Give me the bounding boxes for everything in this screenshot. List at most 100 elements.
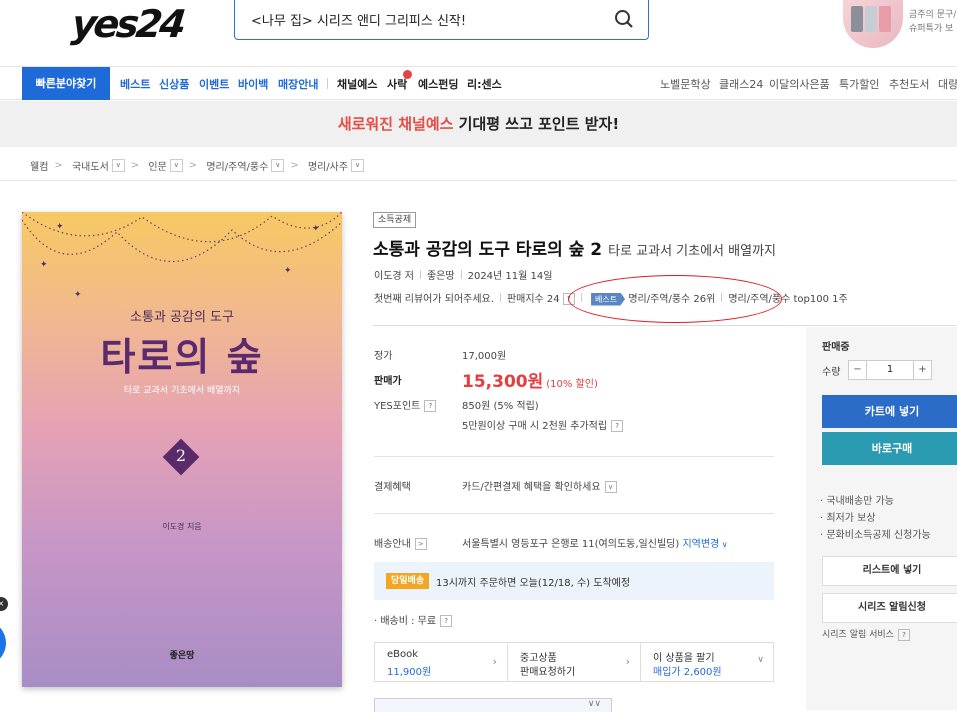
- series-note-text: 시리즈 알림 서비스: [822, 630, 894, 640]
- shipping-fee-text: · 배송비 : 무료: [374, 616, 437, 627]
- review-prompt-link[interactable]: 첫번째 리뷰어가 되어주세요.: [374, 294, 494, 305]
- cover-tagline: 타로 교과서 기초에서 배열까지: [123, 386, 241, 396]
- tax-deduction-badge: 소득공제: [373, 212, 417, 228]
- breadcrumb-humanities[interactable]: 인문: [148, 158, 166, 173]
- add-to-cart-button[interactable]: 카트에 넣기: [822, 395, 957, 428]
- quantity-stepper[interactable]: − 1 +: [848, 360, 932, 380]
- nav-license[interactable]: 리:센스: [467, 76, 502, 92]
- same-day-badge: 당일배송: [386, 573, 430, 589]
- help-icon[interactable]: ?: [440, 615, 453, 627]
- payment-benefit[interactable]: 카드/간편결제 혜택을 확인하세요 ∨: [462, 478, 617, 493]
- chevron-down-icon[interactable]: ∨: [719, 540, 728, 549]
- promo-line2: 슈퍼특가 보: [909, 24, 954, 34]
- search-icon[interactable]: [614, 9, 634, 29]
- nav-bulk[interactable]: 대량: [938, 76, 957, 92]
- buy-now-button[interactable]: 바로구매: [822, 432, 957, 465]
- perk-item: · 문화비소득공제 신청가능: [820, 530, 931, 541]
- change-region-link[interactable]: 지역변경: [682, 539, 719, 550]
- add-to-list-button[interactable]: 리스트에 넣기: [822, 556, 957, 586]
- chevron-right-icon: ›: [625, 655, 630, 668]
- banner-text: 기대평 쓰고 포인트 받자!: [453, 115, 620, 133]
- discount-rate: (10% 할인): [546, 379, 598, 390]
- option-value: 판매요청하기: [520, 667, 576, 678]
- quantity-decrease-button[interactable]: −: [849, 361, 867, 379]
- series-alert-button[interactable]: 시리즈 알림신청: [822, 593, 957, 623]
- chevron-down-icon: ∨: [757, 655, 764, 665]
- chevron-right-icon[interactable]: >: [414, 538, 427, 550]
- divider: [374, 513, 774, 514]
- list-price-value: 17,000원: [462, 351, 507, 362]
- sale-price: 15,300원 (10% 할인): [462, 367, 598, 392]
- publisher-link[interactable]: 좋은땅: [427, 271, 455, 282]
- close-icon[interactable]: ×: [0, 597, 8, 611]
- divider: [374, 456, 774, 457]
- banner-highlight: 새로워진 채널예스: [337, 115, 454, 133]
- star-icon: ✦: [284, 266, 292, 276]
- used-option[interactable]: 중고상품 판매요청하기 ›: [508, 643, 641, 681]
- breadcrumb-domestic[interactable]: 국내도서: [72, 158, 109, 173]
- option-title: 이 상품을 팔기: [653, 653, 715, 664]
- quick-category-button[interactable]: 빠른분야찾기: [22, 67, 110, 100]
- chevron-down-icon[interactable]: ∨: [111, 159, 125, 172]
- perk-item: · 최저가 보상: [820, 513, 876, 524]
- nav-sarak[interactable]: 사락: [387, 76, 407, 92]
- chevron-down-icon[interactable]: ∨: [604, 481, 617, 493]
- star-icon: ✦: [40, 260, 48, 270]
- perks-list: · 국내배송만 가능 · 최저가 보상 · 문화비소득공제 신청가능: [820, 493, 931, 544]
- chevron-down-icon[interactable]: ∨: [271, 159, 285, 172]
- nav-recommend[interactable]: 추천도서: [889, 76, 929, 92]
- cover-author: 이도경 지음: [162, 522, 202, 531]
- search-box[interactable]: <나무 집> 시리즈 앤디 그리피스 신작!: [234, 0, 649, 40]
- breadcrumb-home[interactable]: 웰컴: [30, 158, 48, 173]
- promo-line1: 금주의 문구/: [909, 10, 957, 20]
- yes24-logo[interactable]: yes24: [70, 2, 186, 46]
- list-price-label: 정가: [374, 351, 393, 362]
- chevron-down-icon[interactable]: ∨: [169, 159, 183, 172]
- point-label: YES포인트?: [374, 397, 437, 412]
- promo-text[interactable]: 금주의 문구/ 슈퍼특가 보: [909, 8, 956, 36]
- shipping-fee: · 배송비 : 무료?: [374, 612, 453, 627]
- promo-thumbnail[interactable]: [843, 0, 903, 48]
- breadcrumb-myeongri[interactable]: 명리/주역/풍수: [206, 158, 268, 173]
- sell-option[interactable]: 이 상품을 팔기 매입가 2,600원 ∨: [641, 643, 774, 681]
- nav-divider: [327, 78, 328, 89]
- book-title: 소통과 공감의 도구 타로의 숲 2 타로 교과서 기초에서 배열까지: [373, 235, 776, 260]
- sale-status: 판매중: [822, 342, 850, 353]
- help-icon[interactable]: ?: [424, 400, 437, 412]
- star-icon: ✦: [56, 222, 64, 232]
- nav-special[interactable]: 특가할인: [839, 76, 879, 92]
- book-title-text: 소통과 공감의 도구 타로의 숲 2: [373, 240, 603, 260]
- same-day-delivery-box: 당일배송 13시까지 주문하면 오늘(12/18, 수) 도착예정: [374, 562, 774, 600]
- breadcrumb: 웰컴 > 국내도서 ∨ > 인문 ∨ > 명리/주역/풍수 ∨ > 명리/사주 ∨: [30, 158, 365, 174]
- nav-class24[interactable]: 클래스24: [719, 76, 763, 92]
- help-icon[interactable]: ?: [897, 628, 910, 641]
- help-icon[interactable]: ?: [611, 420, 624, 432]
- nav-gift[interactable]: 이달의사은품: [769, 76, 830, 92]
- event-banner[interactable]: 새로워진 채널예스 기대평 쓰고 포인트 받자!: [0, 101, 957, 147]
- ebook-option[interactable]: eBook 11,900원 ›: [375, 643, 508, 681]
- nav-channelyes[interactable]: 채널예스: [337, 76, 377, 92]
- divider: [0, 180, 957, 181]
- cover-volume: 2: [175, 446, 187, 465]
- chevron-down-icon[interactable]: ∨: [351, 159, 365, 172]
- nav-store[interactable]: 매장안내: [278, 76, 318, 92]
- quantity-increase-button[interactable]: +: [913, 361, 931, 379]
- chevron-down-icon[interactable]: ∨∨: [588, 699, 601, 709]
- book-meta: 이도경 저 좋은땅 2024년 11월 14일: [374, 267, 552, 282]
- option-title: eBook: [387, 649, 419, 660]
- quantity-input[interactable]: 1: [867, 361, 913, 379]
- nav-new[interactable]: 신상품: [159, 76, 189, 92]
- nav-buyback[interactable]: 바이백: [238, 76, 268, 92]
- divider: [373, 325, 957, 326]
- book-cover-image[interactable]: ✦ ✦ ✦ ✦ ✦ 소통과 공감의 도구 타로의 숲 타로 교과서 기초에서 배…: [22, 212, 342, 687]
- shipping-address: 서울특별시 영등포구 은행로 11(여의도동,일신빌딩) 지역변경 ∨: [462, 535, 728, 550]
- nav-event[interactable]: 이벤트: [199, 76, 229, 92]
- bead-garland-decoration: [22, 212, 342, 262]
- nav-nobel[interactable]: 노벨문학상: [660, 76, 711, 92]
- breadcrumb-saju[interactable]: 명리/사주: [308, 158, 348, 173]
- search-input[interactable]: <나무 집> 시리즈 앤디 그리피스 신작!: [251, 10, 466, 29]
- author-link[interactable]: 이도경 저: [374, 271, 414, 282]
- nav-yesfunding[interactable]: 예스펀딩: [418, 76, 458, 92]
- nav-best[interactable]: 베스트: [120, 76, 150, 92]
- floating-chat-button[interactable]: [0, 620, 6, 666]
